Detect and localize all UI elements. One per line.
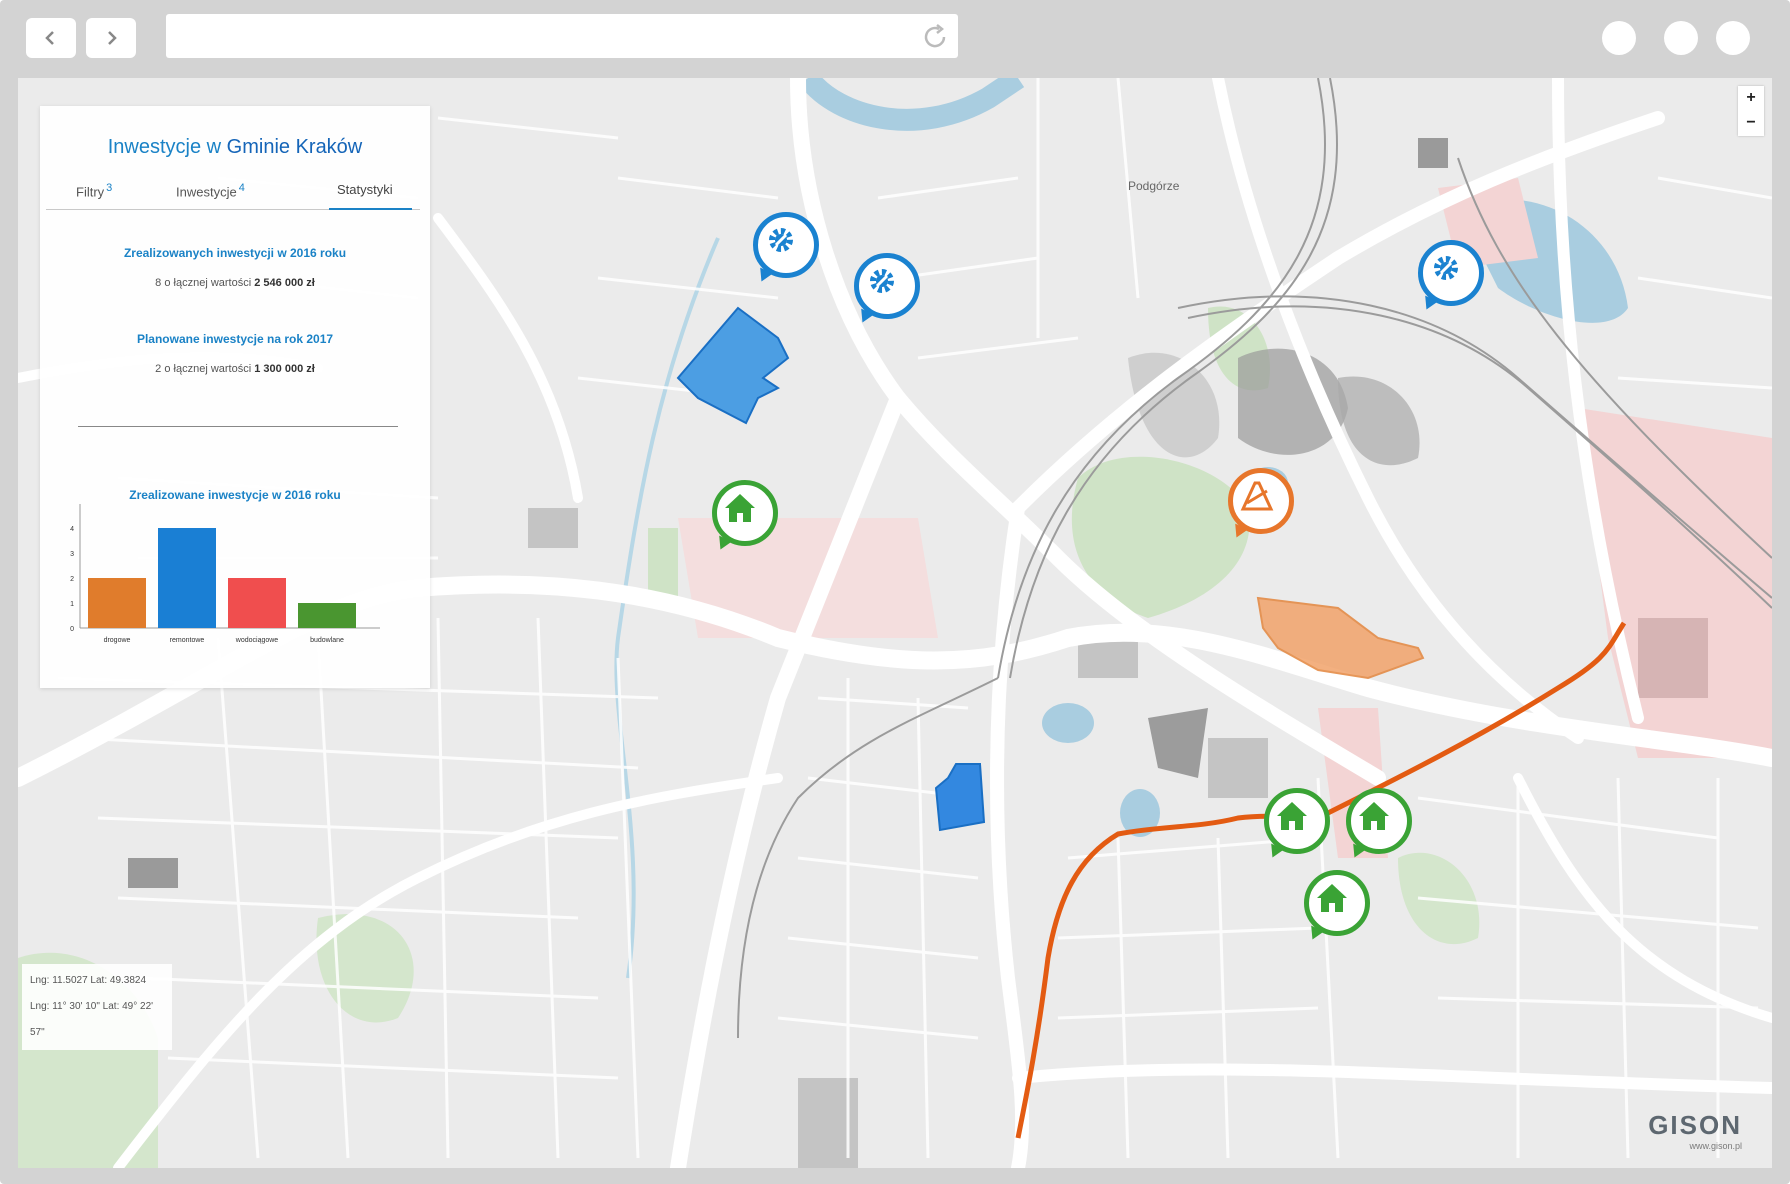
marker-service[interactable] [1418,240,1484,314]
zoom-controls: + − [1738,86,1764,136]
stat-text: o łącznej wartości [164,277,252,289]
stat-amount: 1 300 000 zł [254,363,315,375]
chart-title: Zrealizowane inwestycje w 2016 roku [129,488,341,502]
bar[interactable] [228,578,286,628]
panel-title-region: Gminie Kraków [226,136,363,158]
road-icon [1240,481,1274,511]
brand-logo: GISON www.gison.pl [1648,1110,1742,1151]
y-tick-label: 2 [70,576,74,583]
pond [1042,703,1094,743]
building [128,858,178,888]
panel-divider [78,426,398,427]
building [1208,738,1268,798]
home-icon [725,494,755,522]
back-button[interactable] [26,18,76,58]
stat-count: 2 [155,363,162,375]
tab-label: Statystyki [337,182,393,197]
y-tick-label: 1 [70,601,74,608]
x-tick-label: wodociągowe [235,637,279,644]
marker-building[interactable] [712,480,778,554]
bar[interactable] [88,578,146,628]
x-tick-label: drogowe [104,637,131,644]
window-maximize-button[interactable] [1664,21,1698,55]
marker-service[interactable] [854,253,920,327]
marker-building[interactable] [1264,788,1330,862]
marker-service[interactable] [753,212,819,286]
tab-count-badge: 4 [238,182,245,194]
chevron-left-icon [45,31,54,45]
district-label: Podgórze [1128,179,1180,193]
marker-road[interactable] [1228,468,1294,542]
coordinates-decimal: Lng: 11.5027 Lat: 49.3824 [30,975,147,986]
window-minimize-button[interactable] [1602,21,1636,55]
coordinates-dms: Lng: 11° 30' 10" Lat: 49° 22' 57" [30,1001,154,1038]
gear-icon [769,228,793,252]
x-tick-label: budowlane [310,637,344,644]
active-tab-indicator [329,208,412,210]
panel-title-prefix: Inwestycje w [107,136,222,158]
building [528,508,578,548]
gear-icon [870,269,894,293]
tab-statistics[interactable]: Statystyki [337,182,393,197]
tab-filters[interactable]: Filtry 3 [76,182,112,199]
panel-title: Inwestycje w Gminie Kraków [40,136,430,159]
address-bar[interactable] [166,14,958,58]
zoom-out-button[interactable]: − [1738,111,1764,136]
bar[interactable] [298,603,356,628]
stat-value: 2 o łącznej wartości 1 300 000 zł [40,363,430,375]
coordinates-readout: Lng: 11.5027 Lat: 49.3824 Lng: 11° 30' 1… [22,964,172,1050]
zoom-in-button[interactable]: + [1738,86,1764,111]
brand-url: www.gison.pl [1689,1141,1742,1151]
stat-heading: Zrealizowanych inwestycji w 2016 roku [123,246,347,260]
tab-investments[interactable]: Inwestycje 4 [176,182,245,199]
y-tick-label: 0 [70,626,74,633]
stat-text: o łącznej wartości [164,363,252,375]
stat-value: 8 o łącznej wartości 2 546 000 zł [40,277,430,289]
home-icon [1277,802,1307,830]
stat-count: 8 [155,277,162,289]
park [648,528,678,598]
marker-building[interactable] [1304,870,1370,944]
marker-building[interactable] [1346,788,1412,862]
tab-label: Filtry [76,184,105,200]
y-tick-label: 3 [70,551,74,558]
building [1638,618,1708,698]
tab-label: Inwestycje [176,184,237,200]
browser-window: Podgórze Inwestycje w Gminie Kraków Filt… [0,0,1790,1184]
brand-name: GISON [1648,1110,1742,1140]
gear-icon [1434,256,1458,280]
reload-icon[interactable] [920,22,950,52]
bar[interactable] [158,528,216,628]
forward-button[interactable] [86,18,136,58]
stat-heading: Planowane inwestycje na rok 2017 [136,332,334,346]
panel-tabs: Filtry 3 Inwestycje 4 Statystyki [46,172,420,210]
tab-count-badge: 3 [106,182,113,194]
home-icon [1359,802,1389,830]
investments-panel: Inwestycje w Gminie Kraków Filtry 3 Inwes… [40,106,430,688]
x-tick-label: remontowe [170,637,205,644]
chevron-right-icon [108,31,117,45]
map-viewport[interactable]: Podgórze Inwestycje w Gminie Kraków Filt… [18,78,1772,1168]
y-tick-label: 4 [70,526,74,533]
building [1418,138,1448,168]
home-icon [1317,884,1347,912]
stat-amount: 2 546 000 zł [254,277,315,289]
window-close-button[interactable] [1716,21,1750,55]
bar-chart: 0 1 2 3 4 drogowe remontowe wodociągowe budowlan… [70,504,380,644]
